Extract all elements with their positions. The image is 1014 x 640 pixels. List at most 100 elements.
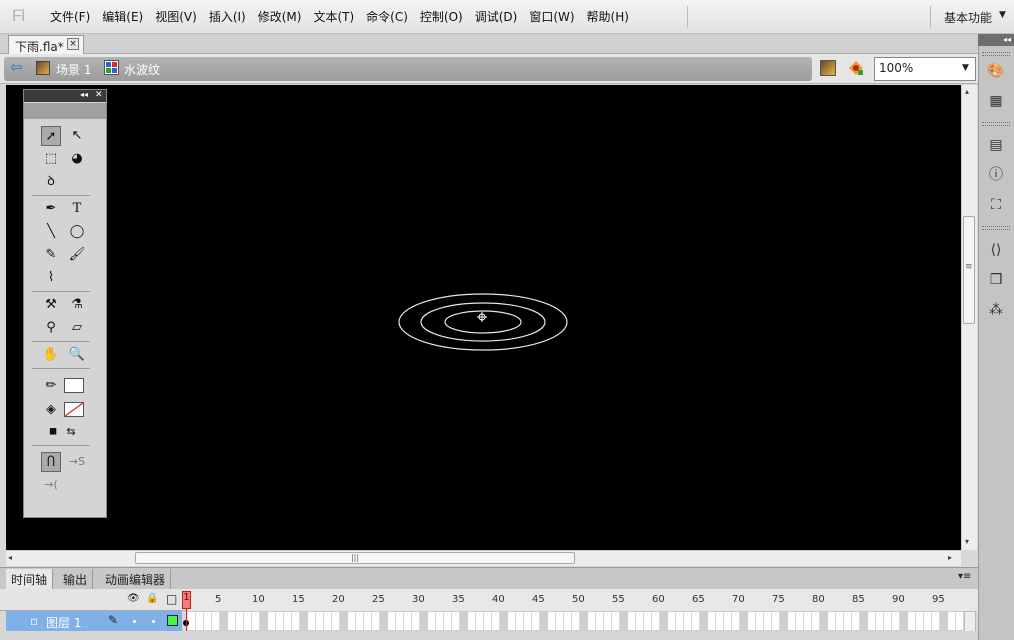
- ruler-number: 85: [852, 594, 865, 605]
- breadcrumb-scene[interactable]: 场景 1: [56, 61, 91, 78]
- zoom-value: 100%: [879, 61, 914, 75]
- dock-grip[interactable]: [982, 52, 1010, 56]
- breadcrumb-symbol[interactable]: 水波纹: [124, 61, 160, 78]
- menu-help[interactable]: 帮助(H): [581, 9, 635, 25]
- timeline-footer: [0, 631, 978, 640]
- layer-name[interactable]: 图层 1: [46, 614, 81, 631]
- dock-grip[interactable]: [982, 226, 1010, 230]
- close-icon[interactable]: ✕: [95, 90, 103, 100]
- tab-timeline[interactable]: 时间轴: [6, 569, 54, 589]
- back-arrow-icon[interactable]: ⇦: [10, 60, 23, 75]
- default-colors-icon[interactable]: ◼: [43, 422, 63, 442]
- motion-presets-icon[interactable]: ⁂: [986, 300, 1006, 320]
- paint-bucket-tool-icon[interactable]: ⚗: [67, 295, 87, 315]
- subselection-tool-icon[interactable]: ↖: [67, 126, 87, 146]
- tab-output[interactable]: 输出: [58, 569, 94, 589]
- menu-divider: [687, 6, 688, 28]
- deco-tool-icon[interactable]: ⌇: [41, 268, 61, 288]
- chevron-down-icon[interactable]: ▼: [999, 10, 1006, 20]
- scene-icon: [36, 61, 50, 75]
- fill-color-swatch[interactable]: [64, 402, 84, 417]
- straighten-icon[interactable]: →(: [41, 475, 61, 495]
- water-ripple-graphic[interactable]: [6, 85, 961, 550]
- horizontal-scroll-thumb[interactable]: |||: [135, 552, 575, 564]
- ruler-number: 75: [772, 594, 785, 605]
- visibility-dot[interactable]: [133, 620, 136, 623]
- outline-icon[interactable]: □: [166, 592, 177, 606]
- workspace-switcher[interactable]: 基本功能: [944, 9, 992, 26]
- menu-text[interactable]: 文本(T): [307, 9, 360, 25]
- playhead[interactable]: 1: [182, 591, 191, 609]
- menu-view[interactable]: 视图(V): [149, 9, 203, 25]
- eyedropper-tool-icon[interactable]: ⚲: [41, 318, 61, 338]
- dock-grip[interactable]: [982, 122, 1010, 126]
- scroll-down-icon[interactable]: ▾: [965, 537, 969, 546]
- no-color-icon: [64, 402, 84, 417]
- tools-panel-grip[interactable]: [24, 103, 106, 119]
- tool-separator: [32, 341, 90, 342]
- tool-separator: [32, 291, 90, 292]
- smooth-icon[interactable]: →S: [67, 452, 87, 472]
- code-snippets-icon[interactable]: ⟨⟩: [986, 240, 1006, 260]
- ruler-number: 5: [215, 594, 222, 605]
- brush-tool-icon[interactable]: 🖌: [67, 245, 87, 265]
- edit-symbols-icon[interactable]: [848, 60, 864, 76]
- lasso-tool-icon[interactable]: ꝺ: [41, 172, 61, 192]
- lock-dot[interactable]: [152, 620, 155, 623]
- main-menu: 文件(F) 编辑(E) 视图(V) 插入(I) 修改(M) 文本(T) 命令(C…: [44, 9, 635, 25]
- zoom-tool-icon[interactable]: 🔍: [67, 345, 87, 365]
- scroll-right-icon[interactable]: ▸: [948, 553, 952, 562]
- info-panel-icon[interactable]: ⓘ: [986, 165, 1006, 185]
- bone-tool-icon[interactable]: ⚒: [41, 295, 61, 315]
- vertical-scroll-thumb[interactable]: ≡: [963, 216, 975, 324]
- 3d-rotation-tool-icon[interactable]: ◕: [67, 149, 87, 169]
- eraser-tool-icon[interactable]: ▱: [67, 318, 87, 338]
- movieclip-icon: [104, 60, 119, 75]
- document-tab-label: 下雨.fla*: [15, 40, 64, 54]
- layer-outline-color[interactable]: [167, 615, 178, 626]
- pen-tool-icon[interactable]: ✒: [41, 199, 61, 219]
- align-panel-icon[interactable]: ▤: [986, 135, 1006, 155]
- stage[interactable]: [6, 85, 961, 550]
- menu-file[interactable]: 文件(F): [44, 9, 96, 25]
- chevron-down-icon[interactable]: ▼: [962, 63, 969, 73]
- hand-tool-icon[interactable]: ✋: [41, 345, 61, 365]
- edit-scene-icon[interactable]: [820, 60, 836, 76]
- eye-icon[interactable]: 👁: [127, 593, 140, 604]
- collapse-icon[interactable]: ◂◂: [978, 34, 1014, 46]
- panel-menu-icon[interactable]: ▾≡: [958, 571, 971, 582]
- scroll-left-icon[interactable]: ◂: [8, 553, 12, 562]
- text-tool-icon[interactable]: T: [67, 199, 87, 219]
- pencil-tool-icon[interactable]: ✎: [41, 245, 61, 265]
- selection-tool-icon[interactable]: ➚: [41, 126, 61, 146]
- collapse-icon[interactable]: ◂◂: [80, 90, 88, 99]
- oval-tool-icon[interactable]: ◯: [67, 222, 87, 242]
- scroll-up-icon[interactable]: ▴: [965, 87, 969, 96]
- menu-control[interactable]: 控制(O): [414, 9, 469, 25]
- color-panel-icon[interactable]: 🎨: [986, 61, 1006, 81]
- menu-edit[interactable]: 编辑(E): [96, 9, 149, 25]
- ruler-number: 45: [532, 594, 545, 605]
- close-icon[interactable]: ×: [67, 38, 79, 50]
- transform-panel-icon[interactable]: ⛶: [986, 195, 1006, 215]
- pencil-icon: ✎: [108, 613, 119, 627]
- snap-to-objects-icon[interactable]: Ⴖ: [41, 452, 61, 472]
- menu-window[interactable]: 窗口(W): [523, 9, 580, 25]
- free-transform-tool-icon[interactable]: ⬚: [41, 149, 61, 169]
- zoom-select[interactable]: 100%: [874, 57, 976, 81]
- menu-modify[interactable]: 修改(M): [252, 9, 308, 25]
- swap-colors-icon[interactable]: ⇆: [61, 422, 81, 442]
- menu-debug[interactable]: 调试(D): [469, 9, 524, 25]
- lock-icon[interactable]: 🔒: [146, 593, 158, 604]
- tools-panel: [23, 89, 107, 518]
- tool-separator: [32, 195, 90, 196]
- workspace-divider: [930, 6, 931, 28]
- swatches-panel-icon[interactable]: ▦: [986, 91, 1006, 111]
- tab-motion-editor[interactable]: 动画编辑器: [100, 569, 172, 589]
- menu-commands[interactable]: 命令(C): [360, 9, 414, 25]
- components-panel-icon[interactable]: ❒: [986, 270, 1006, 290]
- menu-insert[interactable]: 插入(I): [203, 9, 252, 25]
- scroll-grip-icon: ≡: [965, 262, 973, 272]
- stroke-color-swatch[interactable]: [64, 378, 84, 393]
- line-tool-icon[interactable]: ╲: [41, 222, 61, 242]
